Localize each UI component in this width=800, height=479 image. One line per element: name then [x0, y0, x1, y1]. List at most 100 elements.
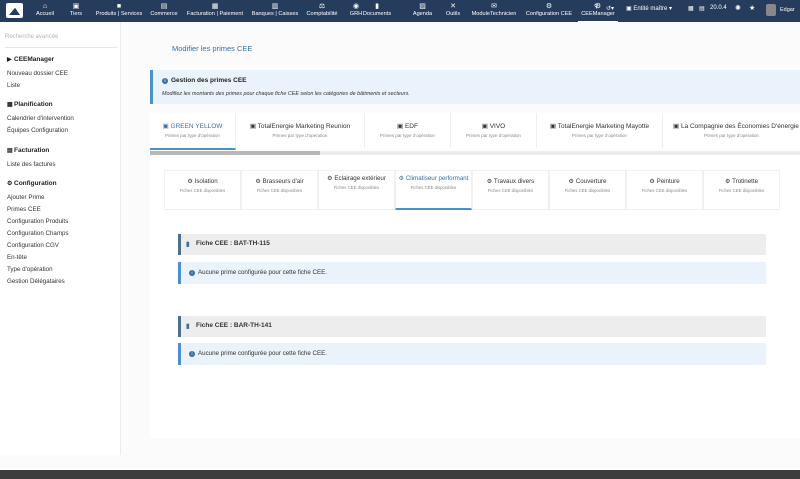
nav-accueil[interactable]: ⌂ Accueil — [33, 2, 57, 21]
sidebar-item-liste-factures[interactable]: Liste des factures — [7, 161, 56, 168]
user-name[interactable]: Edgar — [780, 7, 795, 13]
scrollbar-thumb[interactable] — [150, 151, 320, 155]
avatar[interactable] — [766, 4, 776, 16]
tab-couverture[interactable]: ⚙ Couverture Fiches CEE disponibles — [549, 170, 626, 210]
divider — [5, 47, 117, 48]
nav-moduletechnicien[interactable]: ✉ ModuleTechnicien — [469, 2, 519, 21]
nav-commerce[interactable]: ▤ Commerce — [149, 2, 179, 21]
home-icon: ⌂ — [42, 3, 48, 10]
tab-trotinette[interactable]: ⚙ Trotinette Fiches CEE disponibles — [703, 170, 780, 210]
page-title: Modifier les primes CEE — [172, 44, 253, 53]
bank-icon: ▥ — [271, 3, 279, 10]
app-logo[interactable] — [6, 3, 23, 18]
info-banner: i Gestion des primes CEE Modifiez les mon… — [150, 70, 800, 104]
nav-agenda[interactable]: ▨ Agenda — [410, 2, 435, 21]
wrench-icon: ✉ — [491, 3, 497, 10]
sidebar-item-nouveau-dossier[interactable]: Nouveau dossier CEE — [7, 70, 68, 77]
invoice-icon: ▦ — [211, 3, 219, 10]
cube-icon: ■ — [116, 3, 122, 10]
sidebar-item-gestion-delegataires[interactable]: Gestion Délégataires — [7, 278, 65, 285]
bottom-bar — [0, 470, 800, 479]
info-icon: i — [189, 270, 195, 276]
primes-panel: ▣ GREEN YELLOW Primes par type d'opératio… — [150, 113, 800, 438]
arrow-icon: ▶ — [7, 57, 12, 63]
fiche-header: ▮ Fiche CEE : BAR-TH-141 — [178, 316, 766, 337]
nav-comptabilite[interactable]: ⚖ Comptabilité — [305, 2, 339, 21]
building-icon: ▣ — [249, 123, 258, 130]
sidebar-item-config-champs[interactable]: Configuration Champs — [7, 230, 69, 237]
tab-vivo[interactable]: ▣ VIVO Primes par type d'opération — [451, 113, 537, 148]
nav-produits-services[interactable]: ■ Produits | Services — [93, 2, 145, 21]
gears-icon: ⚙ — [187, 178, 195, 185]
nav-documents[interactable]: ▮ Documents — [359, 2, 395, 21]
map-pin-icon[interactable]: ⚲ — [594, 3, 598, 10]
invoice-icon: ▤ — [7, 148, 13, 154]
grid-icon[interactable]: ▦ — [688, 5, 694, 12]
scale-icon: ⚖ — [318, 3, 326, 10]
section-planification[interactable]: ▦Planification — [7, 101, 53, 108]
building-icon: ▣ — [481, 123, 490, 130]
printer-icon[interactable]: ▤ — [699, 5, 705, 12]
nav-outils[interactable]: ✕ Outils — [444, 2, 462, 21]
nav-tiers[interactable]: ▣ Tiers — [66, 2, 86, 21]
tab-climatiseur-performant[interactable]: ⚙ Climatiseur performant Fiches CEE dispo… — [395, 170, 472, 210]
empty-prime-alert: i Aucune prime configurée pour cette fich… — [178, 343, 766, 365]
gear-icon: ⚙ — [7, 181, 13, 187]
gears-icon: ⚙ — [486, 178, 494, 185]
gear-icon: ⚙ — [545, 3, 553, 10]
suitcase-icon: ▤ — [160, 3, 168, 10]
nav-banques-caisses[interactable]: ▥ Banques | Caisses — [249, 2, 301, 21]
calendar-icon: ▨ — [419, 3, 426, 10]
tab-isolation[interactable]: ⚙ Isolation Fiches CEE disponibles — [164, 170, 241, 210]
gears-icon: ⚙ — [568, 178, 576, 185]
building-icon: ▣ — [162, 123, 171, 130]
tab-brasseurs-air[interactable]: ⚙ Brasseurs d'air Fiches CEE disponibles — [241, 170, 318, 210]
nav-configuration-cee[interactable]: ⚙ Configuration CEE — [522, 2, 576, 21]
sidebar-item-config-cgv[interactable]: Configuration CGV — [7, 242, 59, 249]
tabs-scrollbar[interactable] — [150, 151, 800, 155]
tab-totalenergie-mayotte[interactable]: ▣ TotalEnergie Marketing Mayotte Primes p… — [537, 113, 663, 148]
version-label: 20.0.4 — [710, 5, 727, 11]
gears-icon: ⚙ — [398, 175, 406, 182]
tab-eclairage-exterieur[interactable]: ⚙ Eclairage extérieur Fiches CEE disponib… — [318, 170, 395, 210]
empty-prime-alert: i Aucune prime configurée pour cette fich… — [178, 262, 766, 284]
info-icon: i — [189, 351, 195, 357]
building-icon: ▣ — [397, 123, 405, 130]
sidebar-item-equipes[interactable]: Équipes Configuration — [7, 127, 68, 134]
top-navbar: ⌂ Accueil ▣ Tiers ■ Produits | Services ▤ Co… — [0, 0, 800, 22]
building-icon: ▣ — [673, 123, 681, 130]
folder-icon: ▮ — [375, 3, 379, 10]
tab-compagnie-economies-energie[interactable]: ▣ La Compagnie des Économies D'énergie Pr… — [663, 113, 800, 148]
section-facturation[interactable]: ▤Facturation — [7, 147, 49, 154]
building-icon: ▣ — [72, 3, 80, 10]
info-description: Modifiez les montants des primes pour ch… — [162, 91, 410, 97]
tab-green-yellow[interactable]: ▣ GREEN YELLOW Primes par type d'opératio… — [150, 113, 236, 150]
section-ceemanager[interactable]: ▶ CEEManager — [7, 56, 54, 63]
sidebar-item-config-produits[interactable]: Configuration Produits — [7, 218, 68, 225]
sidebar-item-type-operation[interactable]: Type d'opération — [7, 266, 53, 273]
calendar-icon: ▦ — [7, 102, 13, 108]
section-configuration[interactable]: ⚙ Configuration — [7, 180, 57, 187]
entity-selector[interactable]: ▣ Entité maître ▾ — [626, 5, 672, 12]
tab-edf[interactable]: ▣ EDF Primes par type d'opération — [365, 113, 451, 148]
fiche-header: ▮ Fiche CEE : BAT-TH-115 — [178, 234, 766, 255]
gears-icon: ⚙ — [255, 178, 263, 185]
settings-icon[interactable]: ✺ — [735, 4, 741, 12]
tab-peinture[interactable]: ⚙ Peinture Fiches CEE disponibles — [626, 170, 703, 210]
left-sidebar: Recherche avancée ▶ CEEManager Nouveau do… — [0, 22, 121, 455]
tools-icon: ✕ — [450, 3, 456, 10]
sidebar-item-calendrier[interactable]: Calendrier d'intervention — [7, 115, 74, 122]
history-icon[interactable]: ↺▾ — [606, 5, 614, 12]
nav-facturation-paiement[interactable]: ▦ Facturation | Paiement — [184, 2, 246, 21]
sidebar-item-primes-cee[interactable]: Primes CEE — [7, 206, 41, 213]
search-input[interactable]: Recherche avancée — [5, 34, 58, 40]
sidebar-item-ajouter-prime[interactable]: Ajouter Prime — [7, 194, 44, 201]
info-icon: i — [162, 78, 168, 84]
sidebar-item-en-tete[interactable]: En-tête — [7, 254, 27, 261]
sidebar-item-liste[interactable]: Liste — [7, 82, 20, 89]
bookmark-star-icon[interactable]: ★ — [749, 4, 755, 12]
info-title: Gestion des primes CEE — [171, 77, 247, 84]
tab-totalenergie-reunion[interactable]: ▣ TotalEnergie Marketing Reunion Primes p… — [236, 113, 365, 148]
gears-icon: ⚙ — [649, 178, 657, 185]
tab-travaux-divers[interactable]: ⚙ Travaux divers Fiches CEE disponibles — [472, 170, 549, 210]
